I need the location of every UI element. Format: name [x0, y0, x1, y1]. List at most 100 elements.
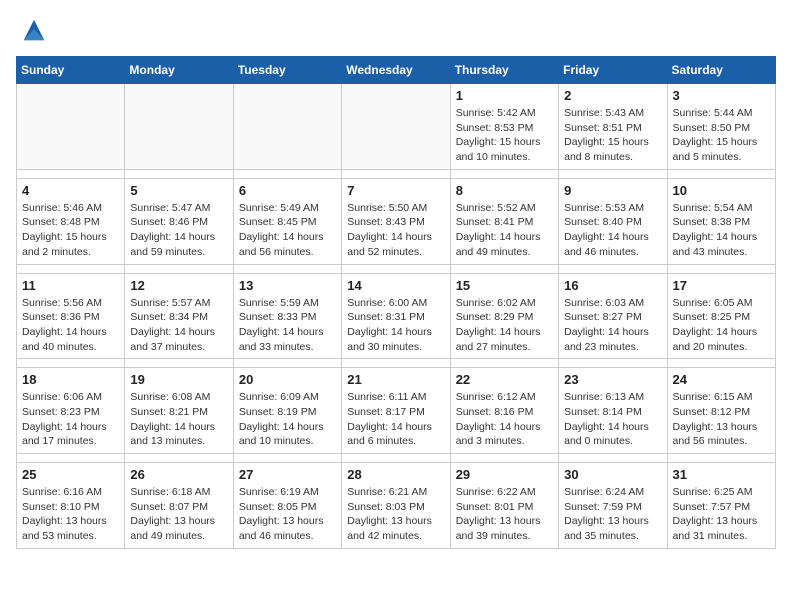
calendar-cell: 7 Sunrise: 5:50 AMSunset: 8:43 PMDaylight…	[342, 178, 450, 264]
day-info: Sunrise: 6:25 AMSunset: 7:57 PMDaylight:…	[673, 485, 770, 544]
day-number: 29	[456, 467, 553, 482]
calendar-cell: 21 Sunrise: 6:11 AMSunset: 8:17 PMDayligh…	[342, 368, 450, 454]
day-of-week-header: Thursday	[450, 57, 558, 84]
calendar-cell	[342, 84, 450, 170]
day-number: 4	[22, 183, 119, 198]
day-info: Sunrise: 5:56 AMSunset: 8:36 PMDaylight:…	[22, 296, 119, 355]
logo	[16, 16, 48, 44]
calendar-cell: 22 Sunrise: 6:12 AMSunset: 8:16 PMDayligh…	[450, 368, 558, 454]
calendar-cell: 12 Sunrise: 5:57 AMSunset: 8:34 PMDayligh…	[125, 273, 233, 359]
calendar-cell: 13 Sunrise: 5:59 AMSunset: 8:33 PMDayligh…	[233, 273, 341, 359]
day-number: 25	[22, 467, 119, 482]
page-header	[16, 16, 776, 44]
day-number: 18	[22, 372, 119, 387]
day-number: 3	[673, 88, 770, 103]
day-of-week-header: Monday	[125, 57, 233, 84]
day-info: Sunrise: 6:11 AMSunset: 8:17 PMDaylight:…	[347, 390, 444, 449]
day-info: Sunrise: 5:53 AMSunset: 8:40 PMDaylight:…	[564, 201, 661, 260]
day-of-week-header: Saturday	[667, 57, 775, 84]
day-number: 22	[456, 372, 553, 387]
day-info: Sunrise: 6:13 AMSunset: 8:14 PMDaylight:…	[564, 390, 661, 449]
day-number: 21	[347, 372, 444, 387]
calendar-cell: 14 Sunrise: 6:00 AMSunset: 8:31 PMDayligh…	[342, 273, 450, 359]
calendar-cell: 20Sunrise: 6:09 AMSunset: 8:19 PMDayligh…	[233, 368, 341, 454]
day-number: 9	[564, 183, 661, 198]
day-info: Sunrise: 5:47 AMSunset: 8:46 PMDaylight:…	[130, 201, 227, 260]
day-number: 5	[130, 183, 227, 198]
day-info: Sunrise: 6:16 AMSunset: 8:10 PMDaylight:…	[22, 485, 119, 544]
day-number: 12	[130, 278, 227, 293]
calendar-cell: 15Sunrise: 6:02 AMSunset: 8:29 PMDayligh…	[450, 273, 558, 359]
calendar-cell: 4 Sunrise: 5:46 AMSunset: 8:48 PMDaylight…	[17, 178, 125, 264]
calendar-cell: 18Sunrise: 6:06 AMSunset: 8:23 PMDayligh…	[17, 368, 125, 454]
day-number: 23	[564, 372, 661, 387]
calendar-cell: 2Sunrise: 5:43 AMSunset: 8:51 PMDaylight…	[559, 84, 667, 170]
calendar-week-row: 4 Sunrise: 5:46 AMSunset: 8:48 PMDaylight…	[17, 178, 776, 264]
day-info: Sunrise: 6:18 AMSunset: 8:07 PMDaylight:…	[130, 485, 227, 544]
calendar-week-row: 11 Sunrise: 5:56 AMSunset: 8:36 PMDayligh…	[17, 273, 776, 359]
calendar-header-row: SundayMondayTuesdayWednesdayThursdayFrid…	[17, 57, 776, 84]
calendar-cell: 17 Sunrise: 6:05 AMSunset: 8:25 PMDayligh…	[667, 273, 775, 359]
day-of-week-header: Wednesday	[342, 57, 450, 84]
day-info: Sunrise: 6:24 AMSunset: 7:59 PMDaylight:…	[564, 485, 661, 544]
calendar-cell: 19Sunrise: 6:08 AMSunset: 8:21 PMDayligh…	[125, 368, 233, 454]
calendar-cell: 8 Sunrise: 5:52 AMSunset: 8:41 PMDaylight…	[450, 178, 558, 264]
day-info: Sunrise: 5:54 AMSunset: 8:38 PMDaylight:…	[673, 201, 770, 260]
day-info: Sunrise: 6:21 AMSunset: 8:03 PMDaylight:…	[347, 485, 444, 544]
day-info: Sunrise: 6:03 AMSunset: 8:27 PMDaylight:…	[564, 296, 661, 355]
day-info: Sunrise: 5:49 AMSunset: 8:45 PMDaylight:…	[239, 201, 336, 260]
calendar-week-row: 18Sunrise: 6:06 AMSunset: 8:23 PMDayligh…	[17, 368, 776, 454]
calendar-cell: 3Sunrise: 5:44 AMSunset: 8:50 PMDaylight…	[667, 84, 775, 170]
calendar-week-row: 1Sunrise: 5:42 AMSunset: 8:53 PMDaylight…	[17, 84, 776, 170]
day-number: 19	[130, 372, 227, 387]
day-number: 26	[130, 467, 227, 482]
row-divider	[17, 264, 776, 273]
day-number: 30	[564, 467, 661, 482]
calendar-cell: 9 Sunrise: 5:53 AMSunset: 8:40 PMDaylight…	[559, 178, 667, 264]
logo-icon	[20, 16, 48, 44]
day-number: 11	[22, 278, 119, 293]
day-number: 16	[564, 278, 661, 293]
day-info: Sunrise: 5:57 AMSunset: 8:34 PMDaylight:…	[130, 296, 227, 355]
calendar-cell: 5 Sunrise: 5:47 AMSunset: 8:46 PMDaylight…	[125, 178, 233, 264]
calendar-cell	[233, 84, 341, 170]
row-divider	[17, 454, 776, 463]
calendar-cell: 10 Sunrise: 5:54 AMSunset: 8:38 PMDayligh…	[667, 178, 775, 264]
day-of-week-header: Friday	[559, 57, 667, 84]
day-number: 24	[673, 372, 770, 387]
calendar-cell: 30 Sunrise: 6:24 AMSunset: 7:59 PMDayligh…	[559, 463, 667, 549]
day-info: Sunrise: 5:50 AMSunset: 8:43 PMDaylight:…	[347, 201, 444, 260]
calendar-cell	[17, 84, 125, 170]
day-number: 7	[347, 183, 444, 198]
day-of-week-header: Tuesday	[233, 57, 341, 84]
day-number: 15	[456, 278, 553, 293]
day-info: Sunrise: 5:59 AMSunset: 8:33 PMDaylight:…	[239, 296, 336, 355]
day-number: 14	[347, 278, 444, 293]
day-number: 6	[239, 183, 336, 198]
day-number: 27	[239, 467, 336, 482]
day-info: Sunrise: 6:09 AMSunset: 8:19 PMDaylight:…	[239, 390, 336, 449]
calendar-cell: 11 Sunrise: 5:56 AMSunset: 8:36 PMDayligh…	[17, 273, 125, 359]
calendar-cell: 29 Sunrise: 6:22 AMSunset: 8:01 PMDayligh…	[450, 463, 558, 549]
day-info: Sunrise: 5:43 AMSunset: 8:51 PMDaylight:…	[564, 106, 661, 165]
calendar-cell: 26 Sunrise: 6:18 AMSunset: 8:07 PMDayligh…	[125, 463, 233, 549]
day-info: Sunrise: 5:52 AMSunset: 8:41 PMDaylight:…	[456, 201, 553, 260]
day-info: Sunrise: 6:00 AMSunset: 8:31 PMDaylight:…	[347, 296, 444, 355]
day-info: Sunrise: 6:05 AMSunset: 8:25 PMDaylight:…	[673, 296, 770, 355]
calendar-week-row: 25 Sunrise: 6:16 AMSunset: 8:10 PMDayligh…	[17, 463, 776, 549]
day-number: 17	[673, 278, 770, 293]
day-number: 13	[239, 278, 336, 293]
calendar-cell: 23 Sunrise: 6:13 AMSunset: 8:14 PMDayligh…	[559, 368, 667, 454]
day-number: 31	[673, 467, 770, 482]
day-number: 10	[673, 183, 770, 198]
day-info: Sunrise: 6:22 AMSunset: 8:01 PMDaylight:…	[456, 485, 553, 544]
day-info: Sunrise: 5:42 AMSunset: 8:53 PMDaylight:…	[456, 106, 553, 165]
calendar-cell: 6 Sunrise: 5:49 AMSunset: 8:45 PMDaylight…	[233, 178, 341, 264]
calendar-cell: 28Sunrise: 6:21 AMSunset: 8:03 PMDayligh…	[342, 463, 450, 549]
row-divider	[17, 169, 776, 178]
day-info: Sunrise: 6:15 AMSunset: 8:12 PMDaylight:…	[673, 390, 770, 449]
calendar-cell: 31 Sunrise: 6:25 AMSunset: 7:57 PMDayligh…	[667, 463, 775, 549]
day-info: Sunrise: 6:12 AMSunset: 8:16 PMDaylight:…	[456, 390, 553, 449]
day-number: 8	[456, 183, 553, 198]
day-info: Sunrise: 5:46 AMSunset: 8:48 PMDaylight:…	[22, 201, 119, 260]
